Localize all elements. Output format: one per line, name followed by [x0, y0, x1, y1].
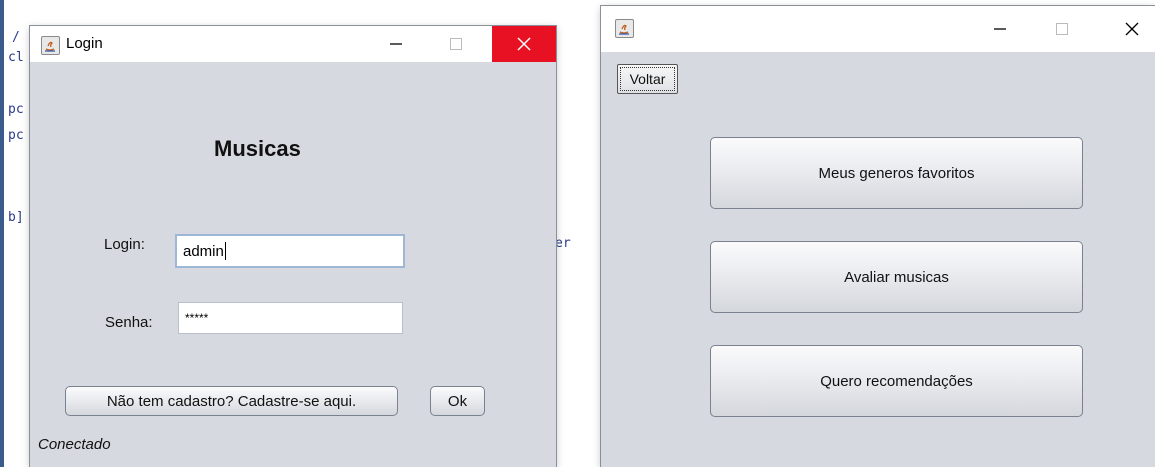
minimize-button[interactable]	[373, 26, 419, 62]
ok-button[interactable]: Ok	[430, 386, 485, 416]
login-title-bar: Login	[30, 26, 556, 62]
code-fragment: pc	[8, 102, 24, 117]
code-fragment: b]	[8, 210, 24, 225]
minimize-icon	[994, 28, 1006, 30]
code-fragment: cl	[8, 50, 24, 65]
minimize-icon	[390, 43, 402, 45]
close-icon	[517, 37, 531, 51]
favorite-genres-button[interactable]: Meus generos favoritos	[710, 137, 1083, 209]
minimize-button[interactable]	[977, 6, 1023, 52]
password-input[interactable]: *****	[178, 302, 403, 334]
password-label: Senha:	[105, 314, 153, 331]
login-window-title: Login	[66, 35, 103, 52]
code-fragment: /	[12, 30, 20, 45]
back-button[interactable]: Voltar	[617, 64, 678, 94]
close-button[interactable]	[492, 26, 556, 62]
rate-music-button[interactable]: Avaliar musicas	[710, 241, 1083, 313]
close-icon	[1125, 22, 1139, 36]
app-heading: Musicas	[214, 136, 301, 161]
login-input[interactable]: admin	[175, 234, 405, 268]
java-app-icon	[41, 36, 60, 55]
menu-window: Voltar Meus generos favoritos Avaliar mu…	[601, 6, 1155, 467]
login-label: Login:	[104, 236, 145, 253]
maximize-icon	[1056, 23, 1068, 35]
java-app-icon	[615, 19, 634, 38]
register-button[interactable]: Não tem cadastro? Cadastre-se aqui.	[65, 386, 398, 416]
password-input-value: *****	[185, 311, 209, 325]
close-button[interactable]	[1109, 6, 1155, 52]
login-window: Login Musicas Login: admin Senha: ***** …	[30, 26, 556, 467]
connection-status: Conectado	[38, 436, 111, 453]
maximize-button[interactable]	[1039, 6, 1085, 52]
text-caret	[224, 242, 226, 260]
editor-gutter	[0, 0, 4, 467]
code-fragment: er	[555, 236, 571, 251]
code-fragment: pc	[8, 128, 24, 143]
maximize-button[interactable]	[433, 26, 479, 62]
login-input-value: admin	[183, 242, 224, 260]
menu-title-bar	[601, 6, 1155, 52]
recommendations-button[interactable]: Quero recomendações	[710, 345, 1083, 417]
maximize-icon	[450, 38, 462, 50]
